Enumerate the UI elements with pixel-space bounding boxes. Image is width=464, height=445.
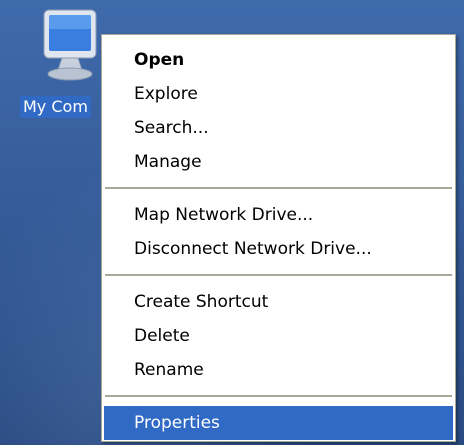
menu-separator bbox=[105, 187, 452, 190]
menu-item-explore[interactable]: Explore bbox=[104, 77, 453, 111]
menu-item-search[interactable]: Search... bbox=[104, 111, 453, 145]
menu-item-open[interactable]: Open bbox=[104, 43, 453, 77]
menu-separator bbox=[105, 274, 452, 277]
menu-item-delete[interactable]: Delete bbox=[104, 319, 453, 353]
menu-item-rename[interactable]: Rename bbox=[104, 353, 453, 387]
menu-item-properties[interactable]: Properties bbox=[104, 406, 453, 440]
my-computer-icon[interactable] bbox=[38, 4, 108, 84]
menu-item-create-shortcut[interactable]: Create Shortcut bbox=[104, 285, 453, 319]
menu-item-manage[interactable]: Manage bbox=[104, 145, 453, 179]
menu-item-disconnect-network-drive[interactable]: Disconnect Network Drive... bbox=[104, 232, 453, 266]
context-menu: Open Explore Search... Manage Map Networ… bbox=[101, 34, 456, 442]
menu-item-map-network-drive[interactable]: Map Network Drive... bbox=[104, 198, 453, 232]
my-computer-label[interactable]: My Com bbox=[20, 96, 91, 118]
menu-separator bbox=[105, 395, 452, 398]
